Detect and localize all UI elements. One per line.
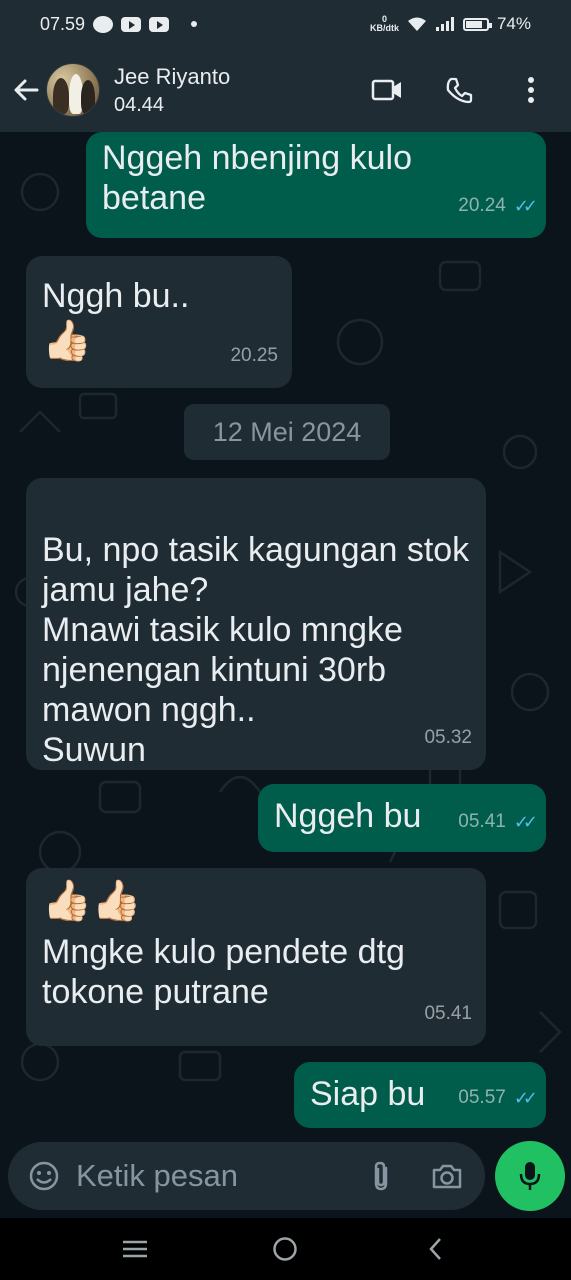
message-input-bar [8, 1142, 485, 1210]
date-separator: 12 Mei 2024 [184, 404, 390, 460]
more-vert-icon [528, 77, 534, 103]
avatar[interactable] [46, 63, 100, 117]
message-bubble-incoming[interactable]: Bu, npo tasik kagungan stok jamu jahe? M… [26, 478, 486, 770]
message-input[interactable] [76, 1158, 336, 1194]
back-chevron-icon [429, 1238, 441, 1260]
message-text: Bu, npo tasik kagungan stok jamu jahe? M… [42, 531, 470, 769]
message-time: 20.25 [230, 345, 278, 366]
more-options-button[interactable] [513, 72, 549, 108]
voice-call-button[interactable] [441, 72, 477, 108]
video-call-button[interactable] [369, 72, 405, 108]
system-navigation-bar [0, 1218, 571, 1280]
message-bubble-outgoing[interactable]: Nggeh nbenjing kulo betane 20.24 ✓✓ [86, 132, 546, 238]
thumbs-up-emoji: 👍🏻👍🏻 [42, 879, 142, 923]
read-receipt-icon: ✓✓ [513, 196, 538, 216]
recent-apps-button[interactable] [115, 1229, 155, 1269]
message-bubble-outgoing[interactable]: Nggeh bu 05.41 ✓✓ [258, 784, 546, 852]
message-text: Nggh bu.. [42, 277, 190, 315]
youtube-icon [149, 16, 170, 32]
phone-icon [446, 77, 473, 104]
message-time: 05.32 [424, 727, 472, 748]
status-bar: 07.59 0 KB/dtk 74% [0, 0, 571, 48]
voice-message-button[interactable] [495, 1141, 565, 1211]
home-circle-icon [273, 1237, 298, 1261]
message-bubble-icon [93, 15, 114, 33]
status-time: 07.59 [40, 13, 86, 34]
read-receipt-icon: ✓✓ [513, 812, 538, 832]
camera-icon [432, 1164, 462, 1189]
youtube-icon [121, 16, 142, 32]
emoji-icon [29, 1161, 59, 1191]
message-time: 05.41 [424, 1003, 472, 1024]
video-call-icon [371, 79, 401, 101]
battery-icon [462, 17, 492, 31]
wifi-icon [407, 17, 426, 31]
back-arrow-icon [14, 79, 39, 101]
message-time: 05.41 [458, 811, 506, 832]
network-speed: 0 KB/dtk [369, 14, 399, 33]
chat-area[interactable]: Nggeh nbenjing kulo betane 20.24 ✓✓ Nggh… [0, 132, 571, 1142]
last-seen: 04.44 [114, 93, 165, 116]
contact-name: Jee Riyanto [114, 63, 231, 89]
message-bubble-incoming[interactable]: 👍🏻👍🏻 Mngke kulo pendete dtg tokone putra… [26, 868, 486, 1046]
back-button[interactable] [6, 70, 46, 110]
menu-icon [123, 1240, 148, 1258]
battery-level: 74% [496, 14, 531, 33]
paperclip-icon [374, 1161, 388, 1191]
emoji-button[interactable] [22, 1154, 66, 1198]
attach-button[interactable] [363, 1158, 399, 1194]
message-time: 20.24 [458, 195, 506, 216]
message-text: Nggeh nbenjing kulo betane [102, 139, 413, 217]
microphone-icon [519, 1162, 541, 1190]
home-button[interactable] [265, 1229, 305, 1269]
message-bubble-outgoing[interactable]: Siap bu 05.57 ✓✓ [294, 1062, 546, 1128]
contact-info[interactable]: Jee Riyanto 04.44 [114, 64, 230, 117]
read-receipt-icon: ✓✓ [513, 1088, 538, 1108]
message-composer [0, 1141, 571, 1218]
message-bubble-incoming[interactable]: Nggh bu.. 👍🏻 20.25 [26, 256, 292, 388]
camera-button[interactable] [427, 1156, 467, 1196]
message-text: Mngke kulo pendete dtg tokone putrane [42, 933, 405, 1011]
message-time: 05.57 [458, 1087, 506, 1108]
back-nav-button[interactable] [416, 1229, 456, 1269]
signal-icon [435, 17, 454, 31]
chat-header: Jee Riyanto 04.44 [0, 48, 571, 132]
dot-icon [191, 21, 198, 27]
